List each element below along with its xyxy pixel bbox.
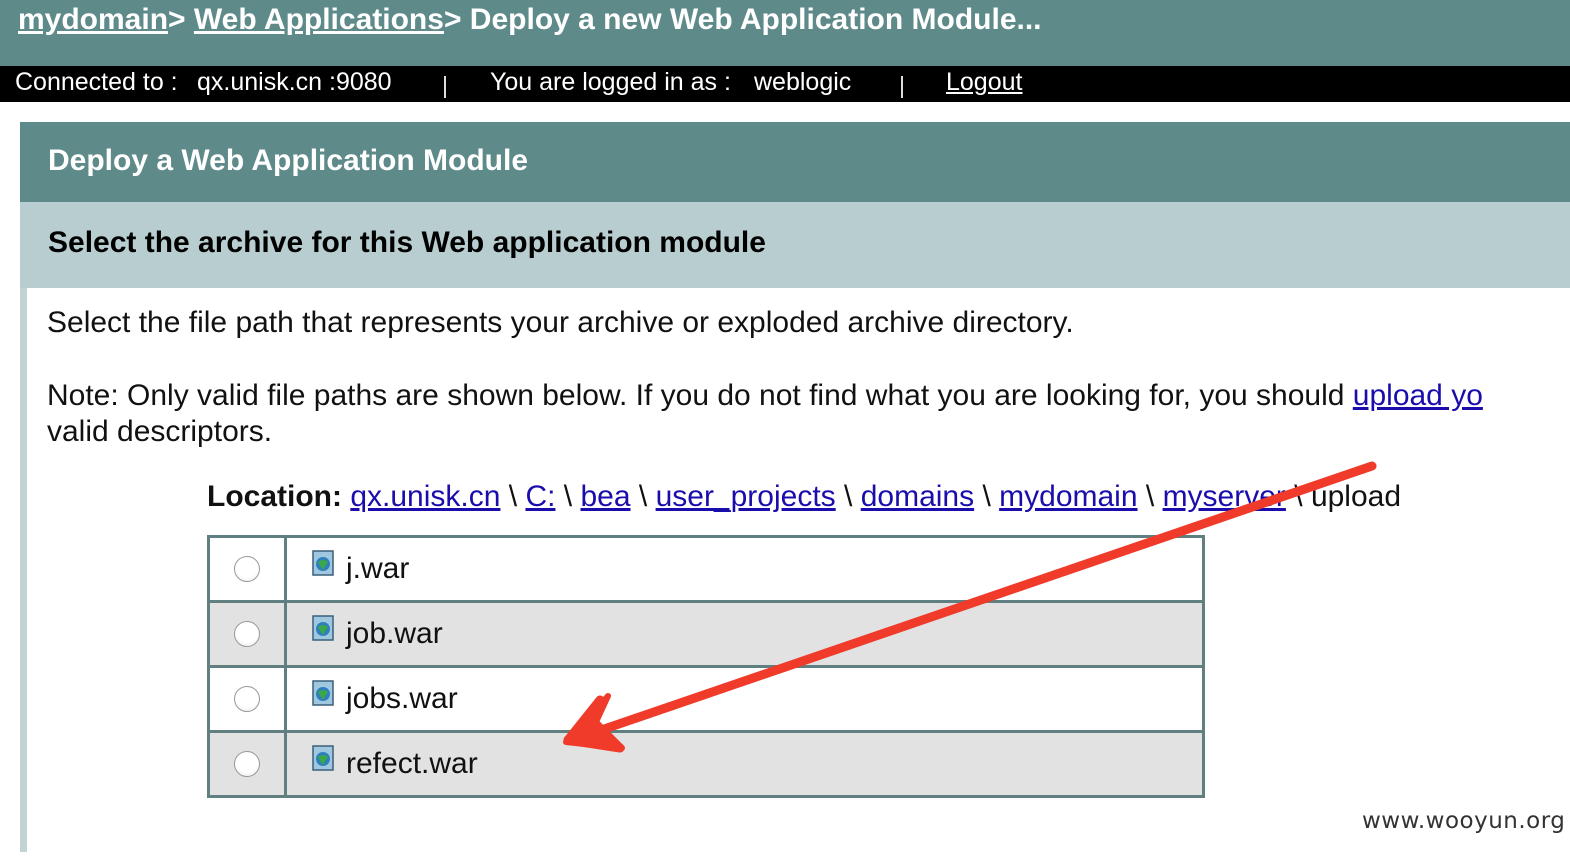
top-bar: mydomain> Web Applications> Deploy a new… [0, 0, 1570, 66]
war-file-icon [312, 615, 334, 641]
location-separator: \ [563, 480, 573, 513]
file-radio-cell [207, 665, 287, 733]
panel-subheader: Select the archive for this Web applicat… [20, 202, 1570, 288]
status-divider [444, 76, 446, 98]
file-name: j.war [346, 552, 410, 585]
location-separator: \ [1145, 480, 1155, 513]
intro-text: Select the file path that represents you… [47, 306, 1074, 339]
file-radio-button[interactable] [234, 751, 260, 777]
file-radio-button[interactable] [234, 621, 260, 647]
file-name: job.war [346, 617, 443, 650]
location-segment-bea[interactable]: bea [580, 480, 630, 513]
panel-subtitle: Select the archive for this Web applicat… [48, 226, 766, 259]
file-name-cell: jobs.war [284, 665, 1205, 733]
file-radio-button[interactable] [234, 556, 260, 582]
panel-title: Deploy a Web Application Module [48, 144, 529, 177]
note-prefix: Note: Only valid file paths are shown be… [47, 379, 1353, 412]
breadcrumb: mydomain> Web Applications> Deploy a new… [18, 0, 1042, 40]
file-name: jobs.war [346, 682, 458, 715]
panel-left-border [20, 288, 27, 852]
location-separator: \ [638, 480, 648, 513]
location-label: Location: [207, 480, 342, 513]
watermark: www.wooyun.org [1362, 808, 1566, 834]
breadcrumb-separator: > [443, 3, 462, 36]
file-list-table: j.war job.war jobs.war refect.war [207, 535, 1205, 798]
file-row: j.war [207, 535, 1205, 603]
file-name-cell: refect.war [284, 730, 1205, 798]
file-radio-cell [207, 600, 287, 668]
breadcrumb-mydomain-link[interactable]: mydomain [18, 3, 168, 36]
file-radio-cell [207, 535, 287, 603]
location-separator: \ [1294, 480, 1303, 513]
logout-link[interactable]: Logout [946, 66, 1022, 102]
note-text: Note: Only valid file paths are shown be… [47, 378, 1570, 450]
location-separator: \ [982, 480, 991, 513]
upload-link[interactable]: upload yo [1353, 379, 1483, 412]
breadcrumb-web-applications-link[interactable]: Web Applications [194, 3, 444, 36]
status-divider [901, 76, 903, 98]
location-segment-myserver[interactable]: myserver [1163, 480, 1286, 513]
location-segment-drive[interactable]: C: [525, 480, 555, 513]
file-name-cell: j.war [284, 535, 1205, 603]
location-segment-user-projects[interactable]: user_projects [656, 480, 836, 513]
location-segment-mydomain[interactable]: mydomain [999, 480, 1137, 513]
location-current: upload [1310, 480, 1402, 513]
file-row: refect.war [207, 730, 1205, 798]
file-row: job.war [207, 600, 1205, 668]
panel-header: Deploy a Web Application Module [20, 122, 1570, 202]
location-breadcrumb: Location: qx.unisk.cn \ C: \ bea \ user_… [207, 480, 1401, 514]
note-suffix: valid descriptors. [47, 415, 273, 448]
file-radio-cell [207, 730, 287, 798]
location-separator: \ [844, 480, 853, 513]
war-file-icon [312, 680, 334, 706]
war-file-icon [312, 550, 334, 576]
file-name: refect.war [346, 747, 478, 780]
file-row: jobs.war [207, 665, 1205, 733]
connected-label: Connected to : [15, 68, 178, 96]
file-radio-button[interactable] [234, 686, 260, 712]
file-name-cell: job.war [284, 600, 1205, 668]
status-bar: Connected to : qx.unisk.cn :9080 You are… [0, 66, 1570, 102]
location-separator: \ [508, 480, 518, 513]
logged-in-user: weblogic [754, 68, 852, 96]
connected-value: qx.unisk.cn :9080 [197, 68, 392, 96]
location-segment-domains[interactable]: domains [861, 480, 974, 513]
war-file-icon [312, 745, 334, 771]
location-segment-host[interactable]: qx.unisk.cn [350, 480, 500, 513]
breadcrumb-separator: > [168, 3, 186, 36]
breadcrumb-current: Deploy a new Web Application Module... [461, 3, 1042, 36]
logged-in-label: You are logged in as : [490, 68, 731, 96]
